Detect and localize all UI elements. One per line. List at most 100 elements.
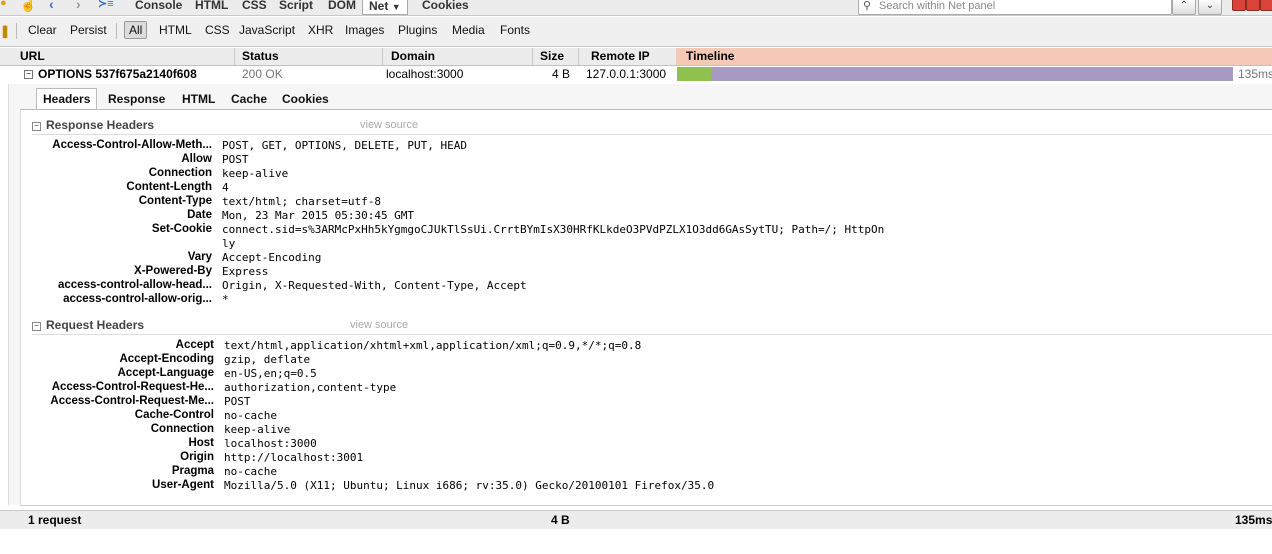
header-name: Date (187, 209, 212, 221)
clear-button[interactable]: Clear (28, 23, 57, 37)
filter-media[interactable]: Media (452, 23, 485, 37)
filter-images[interactable]: Images (345, 23, 384, 37)
forward-arrow-icon[interactable]: › (76, 0, 81, 12)
inspect-icon[interactable]: ☝ (20, 0, 36, 13)
pause-icon[interactable]: ❚ (0, 24, 10, 38)
header-name: Host (188, 437, 214, 449)
header-value: authorization,content-type (224, 381, 397, 394)
header-name: Content-Type (138, 195, 212, 207)
firebug-icon[interactable]: ● (0, 0, 7, 9)
separator (16, 23, 17, 39)
persist-button[interactable]: Persist (70, 23, 107, 37)
header-value: Accept-Encoding (222, 251, 322, 264)
request-headers-title[interactable]: Request Headers (46, 318, 144, 332)
column-timeline-label: Timeline (686, 49, 735, 63)
header-name: access-control-allow-orig... (63, 293, 212, 305)
filter-plugins[interactable]: Plugins (398, 23, 437, 37)
back-arrow-icon[interactable]: ‹ (49, 0, 54, 12)
net-summary-row: 1 request 4 B 135ms (0, 510, 1272, 529)
tab-html-detail[interactable]: HTML (182, 92, 215, 106)
header-name: Access-Control-Request-Me... (50, 395, 214, 407)
filter-css[interactable]: CSS (205, 23, 230, 37)
column-remote-ip[interactable]: Remote IP (591, 49, 650, 63)
header-name: Connection (150, 423, 214, 435)
search-placeholder: Search within Net panel (879, 0, 996, 12)
tab-net[interactable]: Net ▼ (362, 0, 408, 15)
filter-xhr[interactable]: XHR (308, 23, 333, 37)
column-timeline[interactable]: Timeline (676, 48, 1272, 65)
header-value: http://localhost:3001 (224, 451, 364, 464)
header-name: Accept-Language (117, 367, 215, 379)
collapse-icon[interactable]: − (32, 122, 41, 131)
header-value: * (222, 293, 229, 306)
header-name: Allow (181, 153, 212, 165)
timeline-bar-receive (711, 67, 1233, 81)
response-headers-title[interactable]: Response Headers (46, 118, 154, 132)
view-source-link[interactable]: view source (360, 119, 418, 131)
table-row[interactable]: − OPTIONS 537f675a2140f608 200 OK localh… (0, 66, 1272, 82)
filter-fonts[interactable]: Fonts (500, 23, 530, 37)
tab-cookies-detail[interactable]: Cookies (282, 92, 329, 106)
header-value: no-cache (224, 465, 277, 478)
column-size[interactable]: Size (540, 49, 564, 63)
separator (532, 48, 533, 65)
divider (32, 334, 1272, 335)
request-url: OPTIONS 537f675a2140f608 (38, 67, 197, 81)
separator (234, 48, 235, 65)
tab-dom[interactable]: DOM (328, 0, 356, 12)
tab-script[interactable]: Script (279, 0, 313, 12)
header-value: POST (224, 395, 251, 408)
header-value: localhost:3000 (224, 437, 317, 450)
detach-icon[interactable] (1246, 0, 1260, 11)
header-value: keep-alive (222, 167, 289, 180)
minimize-icon[interactable] (1232, 0, 1246, 11)
search-next-button[interactable]: ⌄ (1198, 0, 1222, 15)
collapse-icon[interactable]: − (32, 322, 41, 331)
header-name: Accept (175, 339, 214, 351)
column-status[interactable]: Status (242, 49, 279, 63)
search-prev-button[interactable]: ⌃ (1172, 0, 1196, 15)
chevron-down-icon[interactable]: ▼ (392, 2, 401, 12)
column-domain[interactable]: Domain (391, 49, 435, 63)
timeline-bar-wait (677, 67, 711, 81)
tab-console[interactable]: Console (135, 0, 182, 12)
header-name: Set-Cookie (151, 223, 212, 235)
tab-response[interactable]: Response (108, 92, 165, 106)
request-count: 1 request (28, 513, 82, 527)
header-name: Origin (180, 451, 214, 463)
header-name: X-Powered-By (134, 265, 212, 277)
request-status: 200 OK (242, 67, 283, 81)
firebug-toolbar: ● ☝ ‹ › ≻≡ Console HTML CSS Script DOM N… (0, 0, 1272, 16)
header-name: User-Agent (152, 479, 214, 491)
view-source-link[interactable]: view source (350, 319, 408, 331)
tab-cookies[interactable]: Cookies (422, 0, 469, 12)
header-name: Content-Length (126, 181, 212, 193)
header-name: Access-Control-Request-He... (51, 381, 214, 393)
command-line-icon[interactable]: ≻≡ (98, 0, 114, 10)
header-name: Accept-Encoding (119, 353, 214, 365)
header-value: POST, GET, OPTIONS, DELETE, PUT, HEAD (222, 139, 468, 152)
filter-all[interactable]: All (124, 21, 148, 39)
header-value: en-US,en;q=0.5 (224, 367, 317, 380)
close-icon[interactable] (1260, 0, 1272, 11)
header-value: Mon, 23 Mar 2015 05:30:45 GMT (222, 209, 415, 222)
header-value: gzip, deflate (224, 353, 311, 366)
header-value: keep-alive (224, 423, 291, 436)
search-input[interactable]: ⚲ Search within Net panel (858, 0, 1172, 15)
header-value: Mozilla/5.0 (X11; Ubuntu; Linux i686; rv… (224, 479, 715, 492)
filter-html[interactable]: HTML (159, 23, 192, 37)
filter-javascript[interactable]: JavaScript (239, 23, 295, 37)
header-name: Pragma (171, 465, 214, 477)
tab-cache[interactable]: Cache (231, 92, 267, 106)
tab-css[interactable]: CSS (242, 0, 267, 12)
request-time: 135ms (1238, 67, 1272, 81)
collapse-icon[interactable]: − (24, 70, 33, 79)
header-value: no-cache (224, 409, 277, 422)
header-name: access-control-allow-head... (57, 279, 212, 291)
tab-html[interactable]: HTML (195, 0, 228, 12)
column-url[interactable]: URL (20, 49, 45, 63)
header-name: Connection (148, 167, 212, 179)
header-name: Vary (187, 251, 212, 263)
separator (382, 48, 383, 65)
header-value: POST (222, 153, 249, 166)
